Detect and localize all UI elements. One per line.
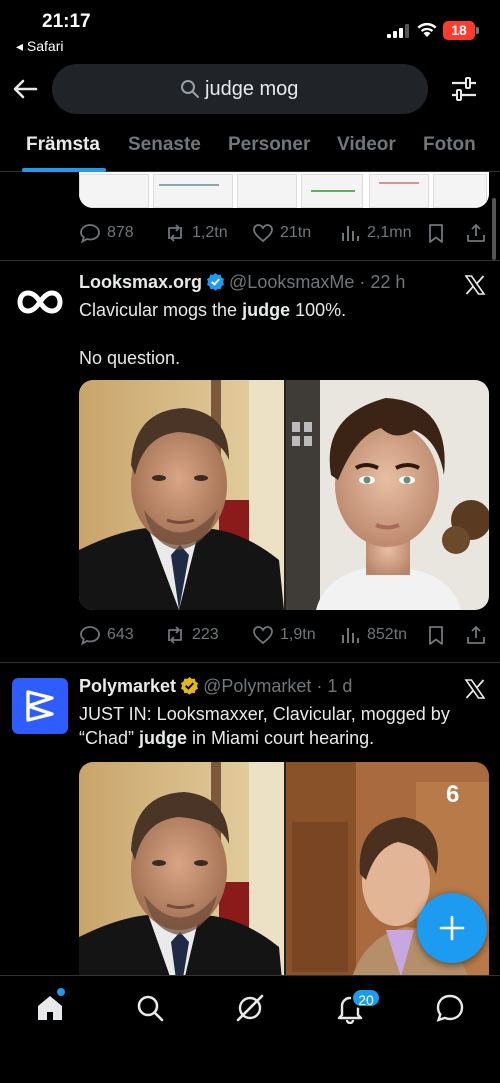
status-bar: 21:17 ◂ Safari 18 xyxy=(0,0,500,60)
views-button[interactable]: 852tn xyxy=(339,622,407,648)
reply-button[interactable]: 643 xyxy=(79,622,134,648)
like-count: 1,9tn xyxy=(280,626,316,643)
home-icon[interactable] xyxy=(34,992,66,1024)
search-tabs: Främsta Senaste Personer Videor Foton xyxy=(0,120,500,172)
view-count: 852tn xyxy=(367,626,408,643)
reply-icon xyxy=(80,626,100,646)
view-count: 2,1mn xyxy=(367,224,412,241)
previous-tweet-image[interactable] xyxy=(79,172,489,208)
tab-personer[interactable]: Personer xyxy=(228,134,310,156)
scrollbar[interactable] xyxy=(492,198,496,260)
clavicular-photo[interactable] xyxy=(286,380,489,610)
repost-count: 1,2tn xyxy=(192,224,228,241)
views-button[interactable]: 2,1mn xyxy=(339,220,411,246)
views-chart-icon xyxy=(342,226,359,241)
repost-count: 223 xyxy=(192,626,219,643)
tab-framsta[interactable]: Främsta xyxy=(26,134,100,156)
compose-button[interactable] xyxy=(417,893,487,963)
heart-icon xyxy=(253,224,273,243)
search-results-feed[interactable]: 878 1,2tn 21tn 2,1mn Looksmax.org @Looksm… xyxy=(0,172,500,975)
tab-foton[interactable]: Foton xyxy=(423,134,476,156)
share-icon xyxy=(467,224,485,242)
explore-search-icon[interactable] xyxy=(134,992,166,1024)
tweet-time: 22 h xyxy=(370,272,406,292)
reply-count: 878 xyxy=(107,224,134,241)
nbc6-watermark: 6 xyxy=(446,781,459,808)
search-query: judge mog xyxy=(205,78,299,100)
tweet-text: JUST IN: Looksmaxxer, Clavicular, mogged… xyxy=(79,704,450,748)
repost-icon xyxy=(168,224,182,242)
tweet-header: Polymarket @Polymarket · 1 d xyxy=(79,676,352,697)
tweet-time: 1 d xyxy=(327,676,353,696)
author-name[interactable]: Looksmax.org xyxy=(79,272,202,292)
search-header: judge mog xyxy=(0,60,500,120)
dot-separator: · xyxy=(316,676,323,696)
tweet-actions: 643 223 1,9tn 852tn xyxy=(79,622,489,648)
share-icon xyxy=(467,626,485,644)
author-handle[interactable]: @LooksmaxMe xyxy=(229,272,354,292)
tweet-text-line2: No question. xyxy=(79,348,181,368)
x-logo-icon[interactable] xyxy=(464,274,486,296)
search-icon xyxy=(181,80,199,98)
back-arrow-icon[interactable] xyxy=(10,74,40,104)
repost-button[interactable]: 223 xyxy=(164,622,219,648)
judge-photo[interactable] xyxy=(79,762,284,975)
battery-level: 18 xyxy=(443,21,475,40)
back-to-safari-link[interactable]: ◂ Safari xyxy=(16,38,64,55)
highlighted-search-term: judge xyxy=(242,300,291,320)
repost-button[interactable]: 1,2tn xyxy=(164,220,228,246)
search-input[interactable]: judge mog xyxy=(52,64,428,114)
polymarket-avatar[interactable] xyxy=(12,678,68,734)
home-unread-dot xyxy=(57,988,65,996)
tweet-text: Clavicular mogs the judge 100%. xyxy=(79,300,347,320)
dot-separator: · xyxy=(359,272,366,292)
bookmark-button[interactable] xyxy=(425,220,447,246)
like-button[interactable]: 21tn xyxy=(252,220,311,246)
tab-videor[interactable]: Videor xyxy=(337,134,396,156)
tweet-looksmax[interactable]: Looksmax.org @LooksmaxMe · 22 h Clavicula… xyxy=(0,260,500,662)
grok-icon[interactable] xyxy=(234,992,266,1024)
notifications-badge: 20 xyxy=(351,988,381,1008)
views-chart-icon xyxy=(342,628,359,643)
battery-tip xyxy=(476,27,479,34)
bookmark-icon xyxy=(429,224,443,243)
author-name[interactable]: Polymarket xyxy=(79,676,176,696)
bookmark-icon xyxy=(429,626,443,645)
share-button[interactable] xyxy=(465,220,487,246)
tab-senaste[interactable]: Senaste xyxy=(128,134,201,156)
reply-count: 643 xyxy=(107,626,134,643)
messages-icon[interactable] xyxy=(434,992,466,1024)
plus-icon xyxy=(439,915,465,941)
bookmark-button[interactable] xyxy=(425,622,447,648)
heart-icon xyxy=(253,626,273,645)
repost-icon xyxy=(168,626,182,644)
bottom-navigation: 20 xyxy=(0,975,500,1083)
filter-settings-icon[interactable] xyxy=(450,76,478,102)
verified-badge-icon xyxy=(206,272,225,291)
cellular-signal-icon xyxy=(387,24,409,38)
judge-photo[interactable] xyxy=(79,380,284,610)
highlighted-search-term: judge xyxy=(139,728,188,748)
x-logo-icon[interactable] xyxy=(464,678,486,700)
wifi-icon xyxy=(417,22,437,37)
status-time: 21:17 xyxy=(42,11,91,32)
previous-tweet-actions: 878 1,2tn 21tn 2,1mn xyxy=(79,220,489,246)
like-button[interactable]: 1,9tn xyxy=(252,622,316,648)
reply-button[interactable]: 878 xyxy=(79,220,134,246)
author-handle[interactable]: @Polymarket xyxy=(203,676,311,696)
gold-verified-badge-icon xyxy=(181,676,199,695)
share-button[interactable] xyxy=(465,622,487,648)
tweet-header: Looksmax.org @LooksmaxMe · 22 h xyxy=(79,272,405,293)
like-count: 21tn xyxy=(280,224,312,241)
reply-icon xyxy=(80,224,100,244)
looksmax-avatar[interactable] xyxy=(12,274,68,330)
tweet-media[interactable] xyxy=(79,380,489,610)
